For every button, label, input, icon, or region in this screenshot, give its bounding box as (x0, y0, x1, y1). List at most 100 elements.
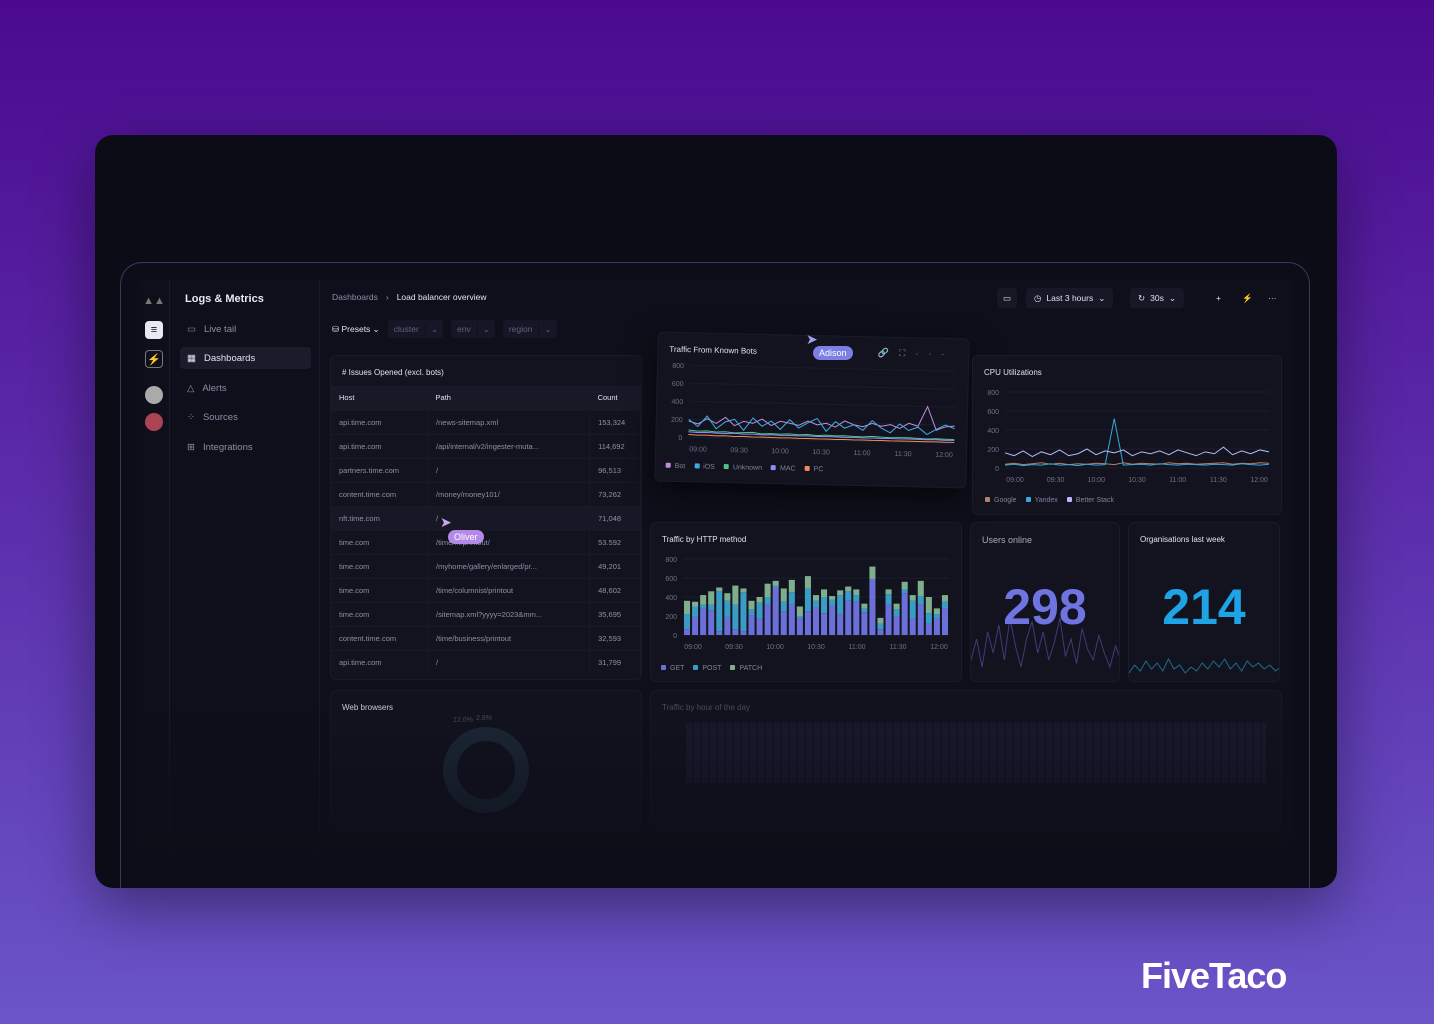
bar-get (941, 608, 948, 635)
sidebar-item-dashboards[interactable]: ▦ Dashboards (180, 347, 311, 369)
x-tick-label: 11:00 (849, 644, 866, 651)
y-tick-label: 200 (987, 447, 999, 454)
table-cell: 35,695 (589, 601, 641, 626)
bar-get (740, 631, 747, 635)
column-header[interactable]: Path (427, 386, 590, 410)
table-row[interactable]: time.com/sitemap.xml?yyyy=2023&mm... 35,6… (331, 601, 641, 626)
legend-item[interactable]: Unknown (723, 464, 762, 472)
legend-item[interactable]: POST (693, 665, 721, 672)
table-row[interactable]: content.time.com/time/business/printout 3… (331, 625, 641, 650)
legend-swatch (985, 497, 990, 502)
legend-item[interactable]: Better Stack (1066, 497, 1114, 504)
bar-post (740, 592, 747, 632)
filter-label: region (508, 324, 533, 334)
more-button[interactable]: ··· (1260, 288, 1285, 308)
time-range-select[interactable]: ◷ Last 3 hours ⌄ (1026, 288, 1114, 308)
x-tick-label: 10:00 (766, 644, 784, 651)
app-screen: ▲▲ ≡ ⚡ Logs & Metrics ▭ Live tail ▦ Dashbo… (137, 280, 1292, 880)
bar-post (877, 623, 884, 630)
legend-item[interactable]: Google (985, 497, 1017, 504)
bar-get (837, 614, 844, 635)
bar-patch (796, 606, 803, 616)
bar-patch (845, 586, 852, 592)
bar-get (877, 629, 884, 635)
time-range-value: Last 3 hours (1046, 293, 1094, 303)
table-cell: time.com (331, 577, 429, 602)
bar-post (804, 588, 811, 612)
bar-get (893, 616, 900, 635)
card-title: Web browsers (342, 703, 393, 712)
table-row[interactable]: time.com/time/columnist/printout 48,602 (331, 577, 641, 602)
presets-dropdown[interactable]: ⛁ Presets ⌄ (332, 324, 380, 335)
sidebar-item-live-tail[interactable]: ▭ Live tail (180, 318, 311, 340)
legend-item[interactable]: iOS (694, 463, 715, 471)
avatar[interactable] (145, 413, 163, 431)
table-row[interactable]: api.time.com/news-sitemap.xml 153,324 (331, 409, 641, 434)
table-row[interactable]: api.time.com/31,799 (331, 649, 641, 674)
table-cell: partners.time.com (331, 457, 429, 482)
y-tick-label: 800 (987, 390, 999, 397)
bar-get (925, 623, 932, 635)
bar-get (780, 611, 787, 635)
column-header[interactable]: Host (331, 386, 428, 410)
x-tick-label: 09:00 (689, 446, 707, 453)
x-tick-label: 10:30 (1128, 477, 1146, 484)
bar-patch (877, 617, 884, 624)
refresh-select[interactable]: ↻ 30s ⌄ (1130, 288, 1184, 308)
legend-item[interactable]: MAC (771, 465, 796, 473)
env-filter[interactable]: env ⌄ (450, 320, 495, 338)
legend-item[interactable]: GET (661, 665, 684, 672)
uptime-app-icon[interactable]: ⚡ (145, 350, 163, 368)
refresh-value: 30s (1150, 293, 1164, 303)
icon-rail: ▲▲ ≡ ⚡ (137, 280, 170, 880)
table-cell: time.com (331, 553, 429, 578)
bar-patch (804, 576, 811, 589)
sidebar-item-sources[interactable]: ⁘ Sources (180, 406, 311, 428)
lightning-button[interactable]: ⚡ (1234, 288, 1261, 308)
legend-item[interactable]: Bot (665, 462, 685, 470)
bar-post (748, 609, 755, 616)
column-header[interactable]: Count (589, 386, 641, 410)
table-row[interactable]: time.com/time/.../printout/53.592 (331, 529, 641, 554)
x-tick-label: 09:30 (725, 644, 743, 651)
table-cell: time.com (331, 529, 429, 554)
bar-patch (812, 595, 820, 601)
table-row[interactable]: time.com/myhome/gallery/enlarged/pr... 49… (331, 553, 641, 578)
integrations-icon: ⊞ (187, 441, 195, 453)
bar-patch (692, 601, 699, 607)
y-tick-label: 0 (678, 435, 682, 442)
table-row[interactable]: partners.time.com/96,513 (331, 457, 641, 482)
sidebar-item-alerts[interactable]: △ Alerts (180, 377, 311, 399)
chevron-down-icon: ⌄ (424, 323, 443, 335)
bar-get (933, 617, 940, 635)
table-row[interactable]: content.time.com/money/money101/73,262 (331, 481, 641, 506)
table-row[interactable]: api.time.com/api/internal/v2/ingester-mu… (331, 433, 641, 458)
chevron-down-icon: ⌄ (476, 323, 495, 335)
sidebar-item-integrations[interactable]: ⊞ Integrations (180, 436, 311, 458)
bar-post (724, 600, 731, 617)
avatar[interactable] (145, 386, 163, 404)
x-tick-label: 11:00 (853, 450, 870, 457)
chart-legend: GET POST PATCH (661, 665, 762, 672)
logs-app-icon[interactable]: ≡ (145, 321, 163, 339)
sidebar: Logs & Metrics ▭ Live tail ▦ Dashboards △ A… (170, 280, 320, 880)
region-filter[interactable]: region ⌄ (502, 320, 557, 338)
legend-item[interactable]: Yandex (1025, 497, 1058, 504)
card-actions[interactable]: 🔗⛶··· (878, 347, 955, 360)
breadcrumb-dashboards[interactable]: Dashboards (332, 292, 378, 302)
legend-item[interactable]: PC (804, 465, 823, 473)
chevron-down-icon: ⌄ (1168, 292, 1176, 303)
legend-item[interactable]: PATCH (730, 665, 762, 672)
brand-logo: FiveTaco (1141, 955, 1287, 996)
table-row[interactable]: nft.time.com/71,048 (331, 505, 641, 530)
series-line-yandex (1004, 418, 1270, 467)
bots-traffic-card[interactable]: Traffic From Known Bots 🔗⛶··· 0 200 400 600… (654, 331, 970, 489)
table-cell: api.time.com (331, 433, 429, 458)
bar-post (837, 595, 844, 615)
cluster-filter[interactable]: cluster ⌄ (387, 320, 443, 338)
terminal-button[interactable]: ▭ (997, 288, 1017, 308)
bar-get (796, 617, 803, 635)
table-cell: /news-sitemap.xml (427, 409, 591, 434)
add-button[interactable]: + (1208, 288, 1229, 308)
cursor-label-oliver: Oliver (448, 530, 484, 544)
